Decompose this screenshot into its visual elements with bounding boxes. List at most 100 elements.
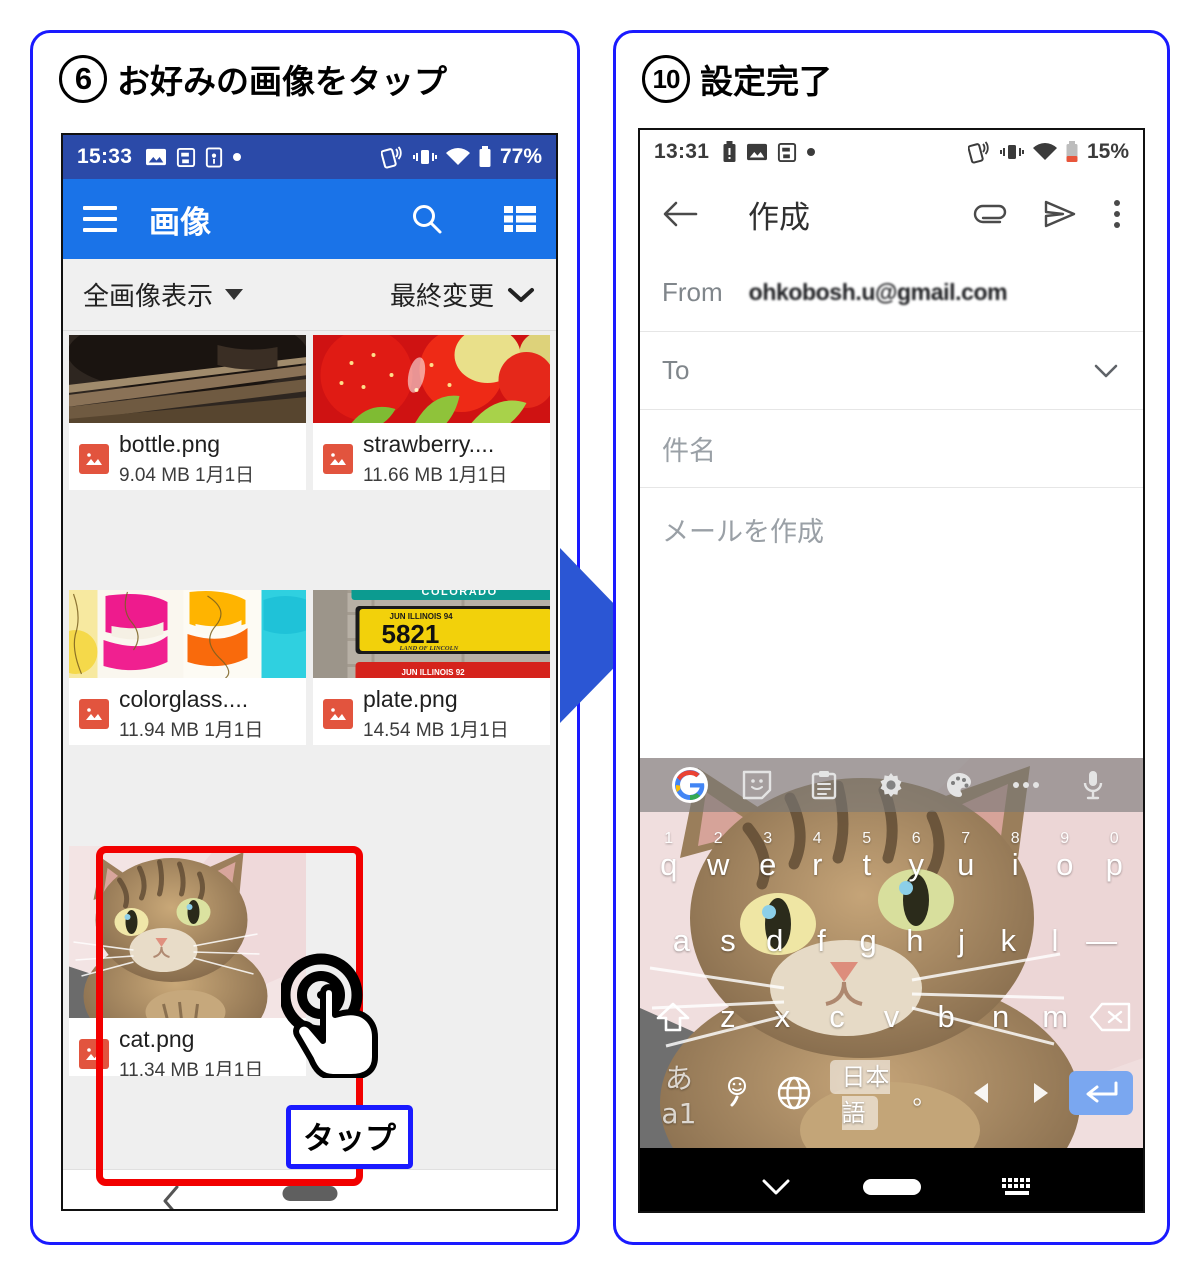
key-number: 5 — [862, 830, 872, 847]
key-b[interactable]: b — [919, 999, 974, 1035]
to-row[interactable]: To — [640, 332, 1143, 410]
file-size: 9.04 MB — [119, 465, 190, 486]
key-y[interactable]: 6y — [892, 830, 942, 883]
key-n[interactable]: n — [973, 999, 1028, 1035]
backspace-icon[interactable] — [1083, 1002, 1138, 1032]
file-card[interactable]: colorglass.... 11.94 MB 1月1日 — [69, 590, 306, 746]
body-row[interactable]: メールを作成 — [640, 488, 1143, 758]
key-p[interactable]: 0p — [1090, 830, 1140, 883]
vibrate-icon — [412, 147, 438, 167]
arrow-right-icon[interactable] — [1011, 1080, 1069, 1106]
step-number-badge: 10 — [642, 55, 690, 103]
key-s[interactable]: s — [705, 923, 752, 959]
keyboard-icon[interactable] — [1001, 1176, 1033, 1198]
key-x[interactable]: x — [755, 999, 810, 1035]
key-period[interactable]: 。 — [896, 1076, 954, 1111]
file-meta: 11.94 MB 1月1日 — [119, 715, 263, 742]
paperclip-icon[interactable] — [973, 200, 1007, 228]
chevron-down-icon[interactable] — [1091, 361, 1121, 381]
wifi-icon — [1032, 142, 1058, 162]
enter-key[interactable] — [1069, 1071, 1134, 1115]
more-dots-icon[interactable] — [992, 780, 1059, 790]
language-chip[interactable]: 日本語 — [823, 1057, 895, 1130]
key-c[interactable]: c — [810, 999, 865, 1035]
battery-percent: 77% — [499, 145, 542, 168]
status-bar: 15:33 77% — [63, 135, 556, 179]
wifi-icon — [445, 147, 471, 167]
key-o[interactable]: 9o — [1040, 830, 1090, 883]
file-meta: 14.54 MB 1月1日 — [363, 715, 509, 742]
back-arrow-icon[interactable] — [662, 199, 698, 229]
body-placeholder: メールを作成 — [662, 517, 824, 548]
step-heading-left: 6 お好みの画像をタップ — [59, 55, 447, 103]
palette-icon[interactable] — [925, 770, 992, 800]
home-pill[interactable] — [282, 1186, 337, 1201]
image-file-icon — [79, 1038, 109, 1069]
file-card-selected[interactable]: cat.png 11.34 MB 1月1日 — [69, 845, 306, 1076]
microphone-icon[interactable] — [1060, 769, 1127, 801]
subject-row[interactable]: 件名 — [640, 410, 1143, 488]
step-heading-right: 10 設定完了 — [642, 55, 832, 103]
key-h[interactable]: h — [892, 923, 939, 959]
globe-icon[interactable] — [766, 1075, 824, 1111]
key-dash[interactable]: — — [1078, 923, 1125, 959]
key-letter: p — [1105, 847, 1123, 882]
key-letter: t — [862, 847, 872, 882]
file-date: 1月1日 — [449, 720, 509, 742]
list-view-icon[interactable] — [504, 205, 536, 233]
key-i[interactable]: 8i — [991, 830, 1041, 883]
key-k[interactable]: k — [985, 923, 1032, 959]
strawberry-photo — [313, 335, 550, 423]
arrow-left-icon[interactable] — [953, 1080, 1011, 1106]
key-f[interactable]: f — [798, 923, 845, 959]
image-file-icon — [79, 699, 109, 730]
key-w[interactable]: 2w — [694, 830, 744, 883]
google-g-icon[interactable] — [656, 766, 723, 804]
from-row[interactable]: From ohkobosh.u@gmail.com — [640, 254, 1143, 332]
send-icon[interactable] — [1043, 199, 1077, 229]
key-letter: w — [707, 847, 730, 882]
key-g[interactable]: g — [845, 923, 892, 959]
svg-text:COLORADO: COLORADO — [422, 590, 498, 598]
overflow-menu-icon[interactable] — [1113, 199, 1121, 229]
key-z[interactable]: z — [701, 999, 756, 1035]
gear-icon[interactable] — [858, 770, 925, 800]
emoji-icon[interactable] — [708, 1075, 766, 1111]
key-e[interactable]: 3e — [743, 830, 793, 883]
navigation-bar — [640, 1148, 1143, 1211]
key-a[interactable]: a — [658, 923, 705, 959]
filter-all-images[interactable]: 全画像表示 — [83, 276, 244, 313]
key-l[interactable]: l — [1032, 923, 1079, 959]
file-card[interactable]: bottle.png 9.04 MB 1月1日 — [69, 335, 306, 490]
key-r[interactable]: 4r — [793, 830, 843, 883]
key-t[interactable]: 5t — [842, 830, 892, 883]
key-v[interactable]: v — [864, 999, 919, 1035]
keyboard-rows: 1q 2w 3e 4r 5t 6y 7u 8i 9o 0p a s d f g … — [640, 830, 1143, 1130]
home-pill[interactable] — [862, 1179, 921, 1195]
key-q[interactable]: 1q — [644, 830, 694, 883]
key-j[interactable]: j — [938, 923, 985, 959]
compose-title: 作成 — [748, 199, 810, 236]
key-u[interactable]: 7u — [941, 830, 991, 883]
clipboard-icon[interactable] — [791, 770, 858, 800]
sort-last-modified[interactable]: 最終変更 — [390, 276, 536, 313]
image-file-icon — [323, 444, 353, 474]
key-m[interactable]: m — [1028, 999, 1083, 1035]
key-letter: r — [812, 847, 823, 882]
shift-icon[interactable] — [646, 1001, 701, 1033]
step-title: お好みの画像をタップ — [117, 62, 447, 101]
key-d[interactable]: d — [751, 923, 798, 959]
hamburger-icon[interactable] — [83, 206, 117, 232]
battery-low-icon — [1065, 141, 1079, 163]
filter-bar: 全画像表示 最終変更 — [63, 259, 556, 331]
app-bar: 画像 — [63, 179, 556, 259]
key-number: 4 — [812, 830, 822, 847]
file-card[interactable]: COLORADO JUN ILLINOIS 94 5821 LAND OF LI… — [313, 590, 550, 746]
chevron-left-icon[interactable] — [161, 1184, 183, 1209]
sticker-icon[interactable] — [723, 770, 790, 800]
file-card[interactable]: strawberry.... 11.66 MB 1月1日 — [313, 335, 550, 490]
file-date: 1月1日 — [195, 465, 255, 486]
chevron-down-icon[interactable] — [760, 1176, 792, 1198]
key-input-mode[interactable]: あa1 — [650, 1057, 708, 1130]
search-icon[interactable] — [410, 202, 444, 236]
